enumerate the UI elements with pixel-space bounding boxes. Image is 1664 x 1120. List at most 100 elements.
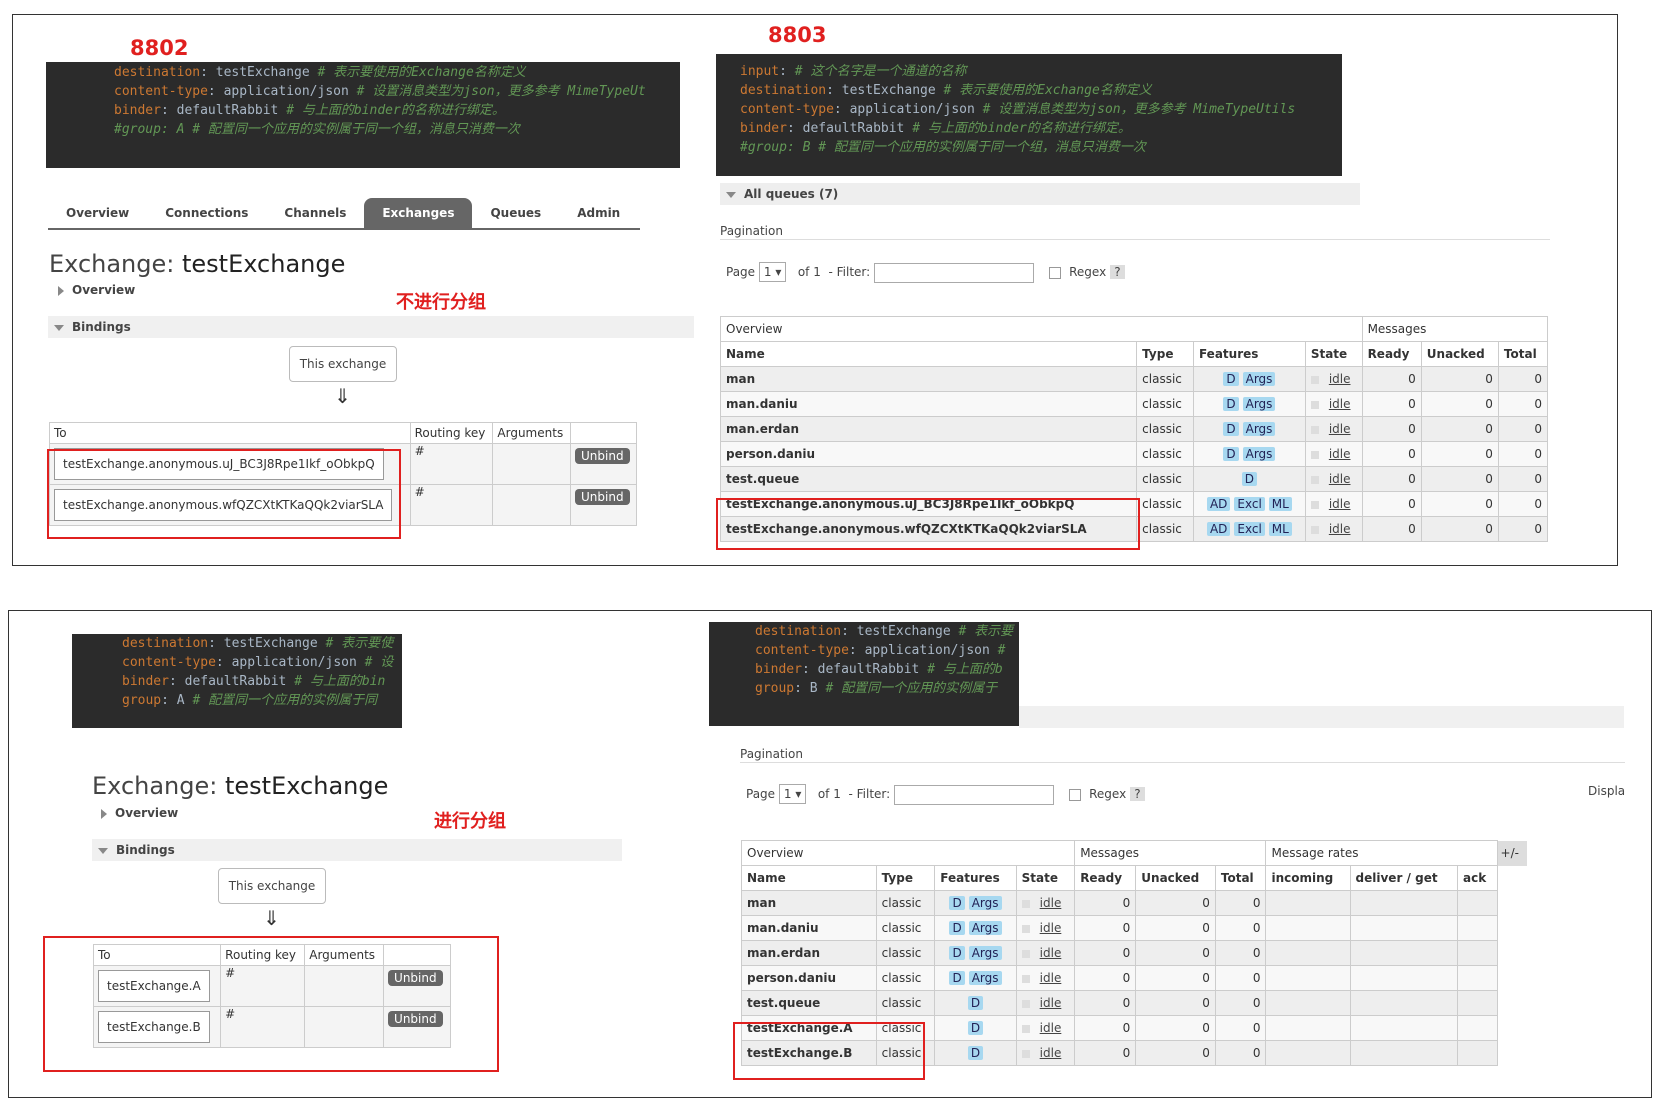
feature-badge: D [1223, 397, 1239, 411]
yaml-colon: : [779, 64, 795, 79]
bindings-section-label: Bindings [116, 843, 175, 857]
queue-row[interactable]: test.queue classic Didle 0 0 0 [741, 990, 1527, 1016]
yaml-comment: # 表示要使用的Exchange名称定义 [317, 65, 526, 80]
dropdown-arrow-icon: ▾ [795, 787, 802, 801]
queue-name-link[interactable]: test.queue [719, 466, 1138, 492]
unbind-button[interactable]: Unbind [575, 448, 630, 464]
queue-row[interactable]: man classic D Args idle 0 0 0 [741, 890, 1527, 916]
help-button[interactable]: ? [1130, 787, 1145, 801]
column-header[interactable]: Total [1497, 341, 1549, 367]
column-header[interactable]: incoming [1265, 865, 1351, 891]
queue-name-link[interactable]: man.daniu [741, 915, 877, 941]
tab-admin[interactable]: Admin [559, 198, 638, 228]
total-count: 0 [1214, 915, 1267, 941]
yaml-comment: # 与上面的bin [294, 674, 386, 689]
highlight-box [47, 449, 401, 539]
all-queues-toggle[interactable]: All queues (7) [720, 183, 1360, 205]
page-select[interactable]: 1 ▾ [758, 262, 787, 282]
help-button[interactable]: ? [1110, 265, 1125, 279]
unbind-button[interactable]: Unbind [575, 489, 630, 505]
column-header[interactable]: Name [741, 865, 877, 891]
group-overview: Overview [740, 840, 1076, 866]
yaml-colon: : [826, 83, 842, 98]
queue-state: idle [1304, 441, 1363, 467]
tab-overview[interactable]: Overview [48, 198, 147, 228]
ack-rate [1457, 990, 1498, 1016]
tab-channels[interactable]: Channels [266, 198, 364, 228]
queue-name-link[interactable]: man [719, 366, 1138, 392]
filter-input[interactable] [874, 262, 1035, 283]
queue-name-link[interactable]: man.erdan [741, 940, 877, 966]
column-header[interactable]: Unacked [1420, 341, 1499, 367]
queue-name-link[interactable]: test.queue [741, 990, 877, 1016]
queue-state: idle [1015, 990, 1076, 1016]
tab-connections[interactable]: Connections [147, 198, 266, 228]
code-line: #group: B # 配置同一个应用的实例属于同一个组，消息只消费一次 [740, 138, 1342, 157]
unacked-count: 0 [1135, 965, 1216, 991]
regex-checkbox[interactable] [1069, 788, 1082, 801]
columns-toggle-button[interactable]: +/- [1497, 840, 1527, 866]
code-line: binder: defaultRabbit # 与上面的binder的名称进行绑… [740, 119, 1342, 138]
yaml-key: input [740, 64, 780, 79]
column-header[interactable]: deliver / get [1349, 865, 1459, 891]
column-header: Arguments [492, 422, 572, 444]
routing-key-cell: # [409, 484, 494, 526]
expanded-triangle-icon [726, 191, 736, 198]
bindings-section-toggle[interactable]: Bindings [92, 839, 622, 861]
pagination-controls: Page 1 ▾ of 1 - Filter: Regex? [726, 262, 1125, 283]
queue-type: classic [875, 890, 936, 916]
overview-section-toggle[interactable]: Overview [58, 283, 135, 297]
queue-name-link[interactable]: man.daniu [719, 391, 1138, 417]
queue-name-link[interactable]: person.daniu [719, 441, 1138, 467]
yaml-key: destination [740, 83, 827, 98]
column-header[interactable]: Features [1192, 341, 1306, 367]
column-header[interactable]: State [1304, 341, 1363, 367]
total-count: 0 [1214, 990, 1267, 1016]
column-header[interactable]: ack [1457, 865, 1498, 891]
column-header[interactable]: Total [1214, 865, 1267, 891]
bindings-section-toggle[interactable]: Bindings [48, 316, 694, 338]
column-header[interactable]: State [1015, 865, 1076, 891]
column-header[interactable]: Ready [1074, 865, 1137, 891]
page-select[interactable]: 1 ▾ [778, 784, 807, 804]
column-header[interactable]: Type [875, 865, 936, 891]
queue-row[interactable]: test.queue classic Didle 0 0 0 [719, 466, 1549, 492]
total-count: 0 [1497, 466, 1549, 492]
column-header[interactable]: Ready [1361, 341, 1422, 367]
yaml-key: content-type [122, 655, 216, 670]
column-header[interactable]: Type [1136, 341, 1194, 367]
unacked-count: 0 [1135, 915, 1216, 941]
unacked-count: 0 [1420, 366, 1499, 392]
queue-name-link[interactable]: man [741, 890, 877, 916]
code-line: binder: defaultRabbit # 与上面的bin [122, 672, 402, 691]
state-label: idle [1328, 497, 1351, 511]
queue-type: classic [1136, 491, 1194, 517]
yaml-comment: # 配置同一个应用的实例属于 [825, 681, 998, 696]
tab-exchanges[interactable]: Exchanges [364, 198, 473, 228]
column-header[interactable]: Features [934, 865, 1017, 891]
queue-row[interactable]: man.erdan classic D Args idle 0 0 0 [741, 940, 1527, 966]
page-label: Page [746, 787, 776, 801]
queue-row[interactable]: person.daniu classic D Args idle 0 0 0 [719, 441, 1549, 467]
queue-name-link[interactable]: person.daniu [741, 965, 877, 991]
queue-row[interactable]: man.erdan classic D Args idle 0 0 0 [719, 416, 1549, 442]
state-indicator-icon [1310, 425, 1319, 434]
column-header[interactable]: Unacked [1135, 865, 1216, 891]
ready-count: 0 [1074, 940, 1137, 966]
all-queues-label: All queues (7) [744, 187, 839, 201]
tab-queues[interactable]: Queues [472, 198, 559, 228]
queue-row[interactable]: person.daniu classic D Args idle 0 0 0 [741, 965, 1527, 991]
column-header-row: Name Type Features State Ready Unacked Total [719, 341, 1549, 367]
overview-section-toggle[interactable]: Overview [101, 806, 178, 820]
yaml-value: defaultRabbit [184, 674, 295, 689]
regex-checkbox[interactable] [1049, 266, 1062, 279]
queue-name-link[interactable]: man.erdan [719, 416, 1138, 442]
column-header[interactable]: Name [719, 341, 1138, 367]
queue-row[interactable]: man.daniu classic D Args idle 0 0 0 [741, 915, 1527, 941]
filter-label: - Filter: [848, 787, 891, 801]
filter-input[interactable] [894, 784, 1055, 805]
ack-rate [1457, 915, 1498, 941]
state-indicator-icon [1021, 924, 1030, 933]
queue-row[interactable]: man classic D Args idle 0 0 0 [719, 366, 1549, 392]
queue-row[interactable]: man.daniu classic D Args idle 0 0 0 [719, 391, 1549, 417]
